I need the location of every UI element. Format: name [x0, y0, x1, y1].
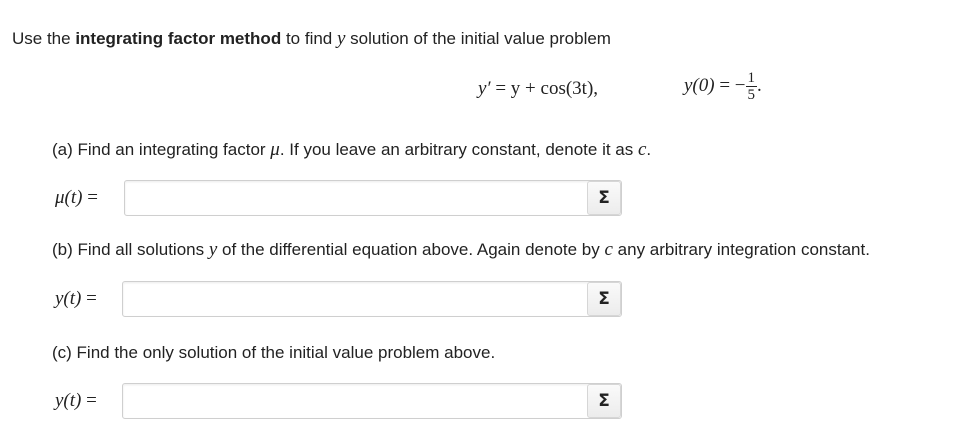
part-b-text-3: any arbitrary integration constant.	[612, 240, 870, 259]
part-a-label: μ(t) =	[55, 187, 98, 209]
part-c-label: y(t) =	[55, 390, 97, 412]
sigma-icon[interactable]: Σ	[587, 181, 621, 215]
ode-rhs: = y + cos(3t),	[490, 78, 599, 99]
ic-numerator: 1	[745, 70, 758, 87]
part-a-text-2: . If you leave an arbitrary constant, de…	[279, 140, 638, 159]
part-a-question: (a) Find an integrating factor μ. If you…	[52, 139, 651, 161]
mu-symbol: μ	[270, 139, 280, 160]
intro-suffix: solution of the initial value problem	[345, 29, 611, 48]
part-a-text-1: (a) Find an integrating factor	[52, 140, 271, 159]
ivp-solution-input[interactable]	[122, 383, 622, 419]
part-b-equals: =	[81, 288, 97, 309]
sigma-icon[interactable]: Σ	[587, 282, 621, 316]
intro-middle: to find	[281, 29, 337, 48]
part-b-text-1: (b) Find all solutions	[52, 240, 209, 259]
part-c-equals: =	[81, 390, 97, 411]
part-b-label: y(t) =	[55, 288, 97, 310]
part-b-question: (b) Find all solutions y of the differen…	[52, 239, 870, 261]
part-c-question: (c) Find the only solution of the initia…	[52, 343, 496, 362]
part-b-text-2: of the differential equation above. Agai…	[217, 240, 605, 259]
ode-lhs: y′	[478, 78, 491, 99]
method-name: integrating factor method	[75, 29, 282, 48]
ic-lhs: y(0)	[684, 74, 715, 96]
part-c-function: y(t)	[55, 390, 82, 411]
part-b-function: y(t)	[55, 288, 82, 309]
ic-equals: = −	[714, 74, 746, 96]
differential-equation: y′ = y + cos(3t),	[478, 78, 598, 100]
constant-c: c	[604, 239, 613, 260]
problem-statement: Use the integrating factor method to fin…	[12, 28, 611, 50]
mu-answer-input[interactable]	[124, 180, 622, 216]
part-a-function: μ(t)	[55, 187, 83, 208]
initial-condition: y(0) = −1 5.	[684, 70, 762, 103]
part-a-equals: =	[82, 187, 98, 208]
sigma-icon[interactable]: Σ	[587, 384, 621, 418]
general-solution-input[interactable]	[122, 281, 622, 317]
ic-period: .	[757, 74, 762, 96]
ic-denominator: 5	[747, 87, 756, 103]
ic-fraction: 15	[745, 70, 758, 103]
intro-prefix: Use the	[12, 29, 76, 48]
part-a-text-3: .	[646, 140, 652, 159]
